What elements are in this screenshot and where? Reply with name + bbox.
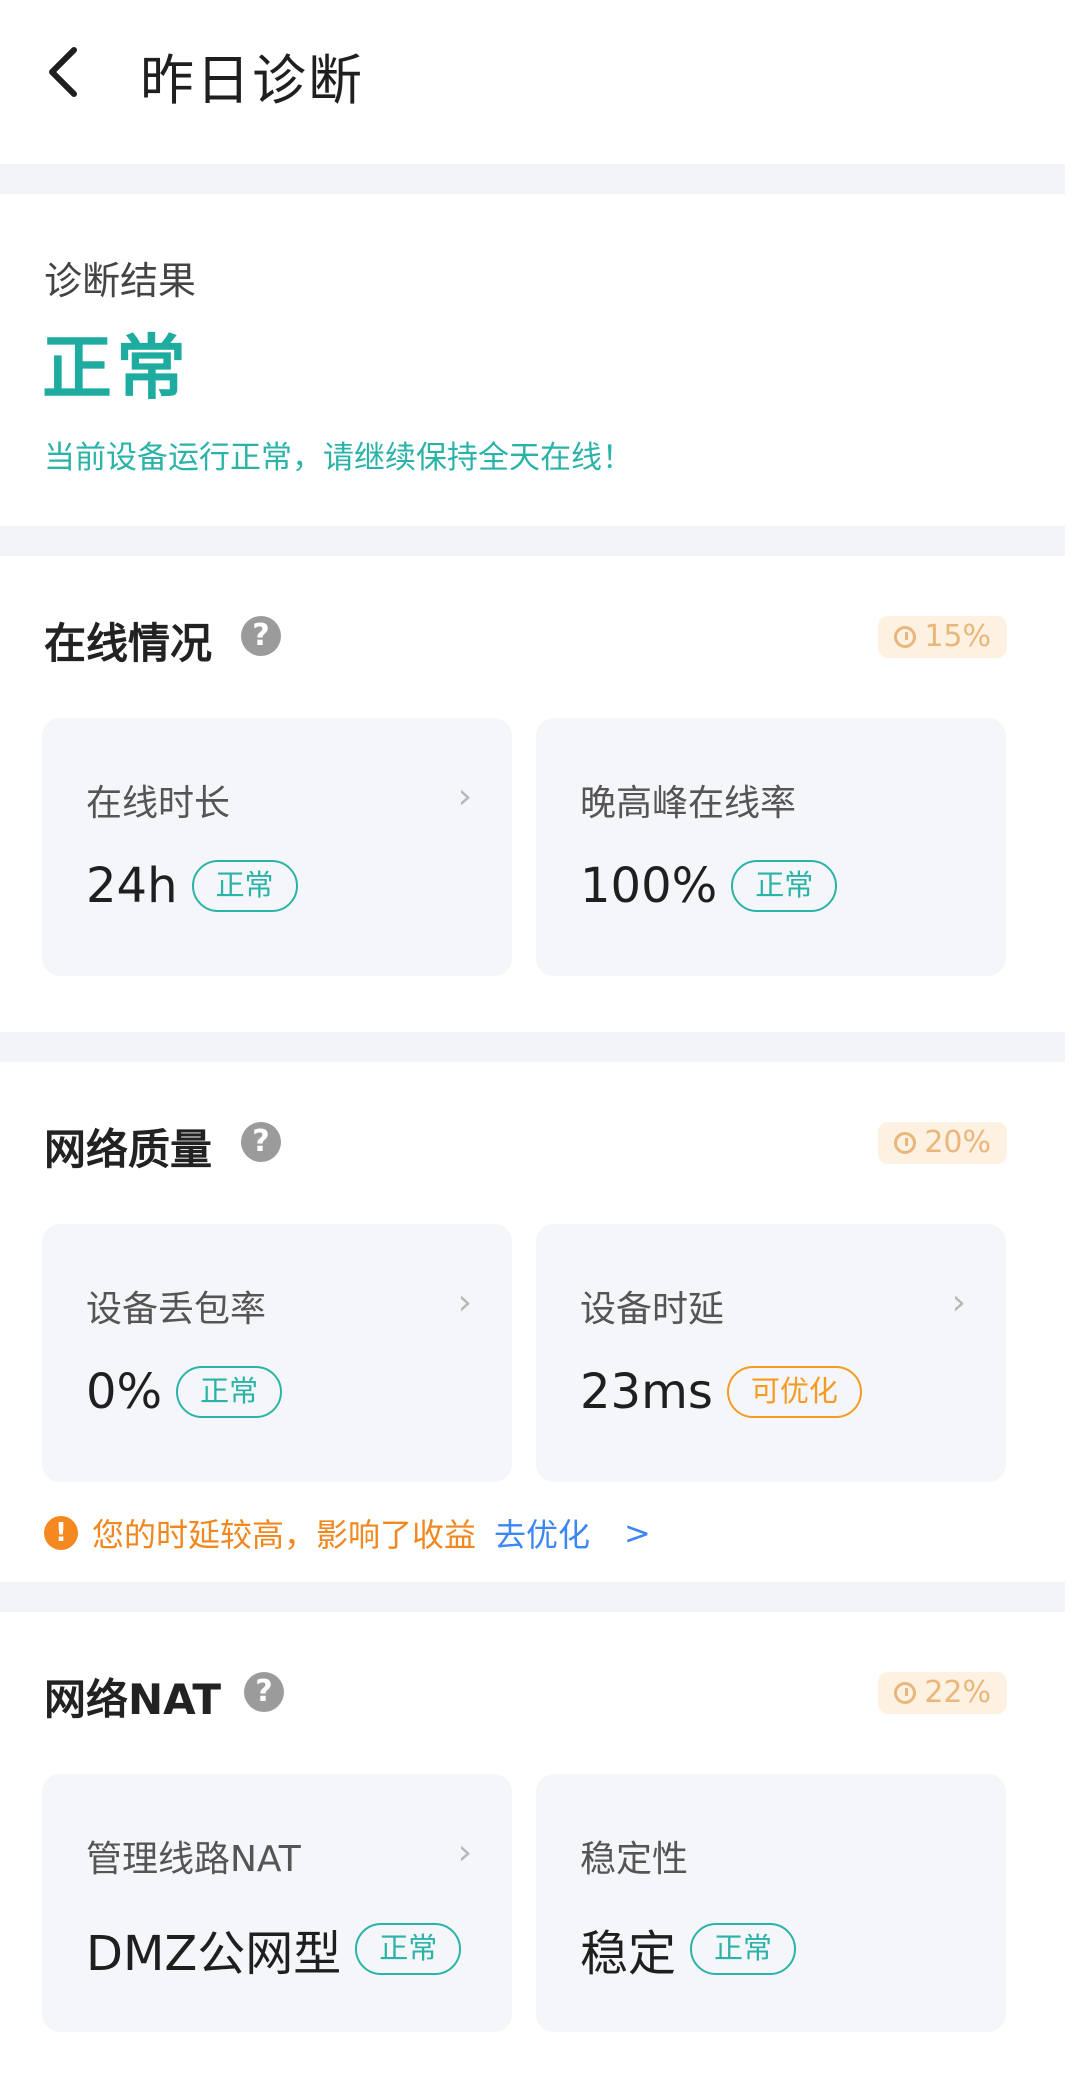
metric-value-row: DMZ公网型 正常 — [86, 1914, 462, 1984]
metric-value: 稳定 — [580, 1926, 677, 1982]
chevron-right-icon: › — [457, 1282, 472, 1323]
metric-card-stability: 稳定性 稳定 正常 — [536, 1774, 1006, 2032]
metric-label: 在线时长 — [86, 783, 231, 824]
section-divider — [0, 1032, 1065, 1062]
result-label: 诊断结果 — [44, 259, 197, 303]
weight-badge: 15% — [878, 616, 1007, 658]
metric-value: DMZ公网型 — [86, 1926, 342, 1982]
metric-value: 0% — [86, 1364, 163, 1420]
help-icon[interactable]: ? — [241, 616, 281, 656]
latency-tip: ! 您的时延较高，影响了收益 去优化 > — [44, 1510, 651, 1556]
status-badge: 正常 — [731, 860, 838, 912]
section-title: 网络质量 — [44, 1125, 213, 1174]
weight-badge: 20% — [878, 1122, 1007, 1164]
status-badge: 正常 — [191, 860, 298, 912]
status-badge: 正常 — [355, 1923, 462, 1975]
metric-value-row: 稳定 正常 — [580, 1914, 797, 1984]
metric-card-online-duration[interactable]: 在线时长 › 24h 正常 — [42, 718, 512, 976]
metric-value: 24h — [86, 858, 178, 914]
weight-value: 15% — [924, 619, 991, 654]
clock-icon — [894, 1132, 917, 1154]
chevron-right-icon: › — [951, 1282, 966, 1323]
tip-text: 您的时延较高，影响了收益 — [92, 1516, 477, 1554]
metric-label: 管理线路NAT — [86, 1839, 301, 1880]
result-description: 当前设备运行正常，请继续保持全天在线！ — [44, 440, 633, 476]
network-quality-section: 网络质量 ? 20% 设备丢包率 › 0% 正常 设备时延 › 23ms 可优化 — [0, 1062, 1065, 1582]
status-badge: 正常 — [690, 1923, 797, 1975]
diagnosis-result-section: 诊断结果 正常 当前设备运行正常，请继续保持全天在线！ — [0, 194, 1065, 526]
metric-value-row: 0% 正常 — [86, 1364, 283, 1420]
chevron-right-icon: › — [457, 776, 472, 817]
page-title: 昨日诊断 — [140, 49, 364, 112]
metric-card-packet-loss[interactable]: 设备丢包率 › 0% 正常 — [42, 1224, 512, 1482]
section-title: 在线情况 — [44, 619, 213, 668]
metric-card-latency[interactable]: 设备时延 › 23ms 可优化 — [536, 1224, 1006, 1482]
chevron-right-icon: › — [457, 1832, 472, 1873]
network-nat-section: 网络NAT ? 22% 管理线路NAT › DMZ公网型 正常 稳定性 稳定 正… — [0, 1612, 1065, 2085]
section-divider — [0, 526, 1065, 556]
clock-icon — [894, 626, 917, 648]
optimize-link[interactable]: 去优化 — [494, 1510, 590, 1556]
help-icon[interactable]: ? — [244, 1672, 284, 1712]
metric-card-nat-type[interactable]: 管理线路NAT › DMZ公网型 正常 — [42, 1774, 512, 2032]
exclamation-circle-icon: ! — [44, 1516, 78, 1550]
section-divider — [0, 164, 1065, 194]
result-status: 正常 — [42, 327, 190, 409]
optimize-arrow[interactable]: > — [624, 1514, 651, 1552]
metric-label: 稳定性 — [580, 1839, 689, 1880]
metric-value: 23ms — [580, 1364, 713, 1420]
metric-label: 设备丢包率 — [86, 1289, 267, 1330]
top-bar: 昨日诊断 — [0, 0, 1065, 164]
weight-badge: 22% — [878, 1672, 1007, 1714]
back-arrow-icon[interactable] — [44, 42, 84, 102]
section-title: 网络NAT — [44, 1675, 222, 1724]
status-badge: 正常 — [176, 1366, 283, 1418]
metric-card-peak-online-rate: 晚高峰在线率 100% 正常 — [536, 718, 1006, 976]
help-icon[interactable]: ? — [241, 1122, 281, 1162]
metric-value: 100% — [580, 858, 718, 914]
metric-label: 设备时延 — [580, 1289, 725, 1330]
metric-value-row: 23ms 可优化 — [580, 1364, 862, 1420]
online-status-section: 在线情况 ? 15% 在线时长 › 24h 正常 晚高峰在线率 100% 正常 — [0, 556, 1065, 1032]
metric-value-row: 100% 正常 — [580, 858, 838, 914]
metric-value-row: 24h 正常 — [86, 858, 298, 914]
metric-label: 晚高峰在线率 — [580, 783, 797, 824]
clock-icon — [894, 1682, 917, 1704]
weight-value: 22% — [924, 1675, 991, 1710]
status-badge-warning: 可优化 — [726, 1366, 862, 1418]
weight-value: 20% — [924, 1125, 991, 1160]
section-divider — [0, 1582, 1065, 1612]
